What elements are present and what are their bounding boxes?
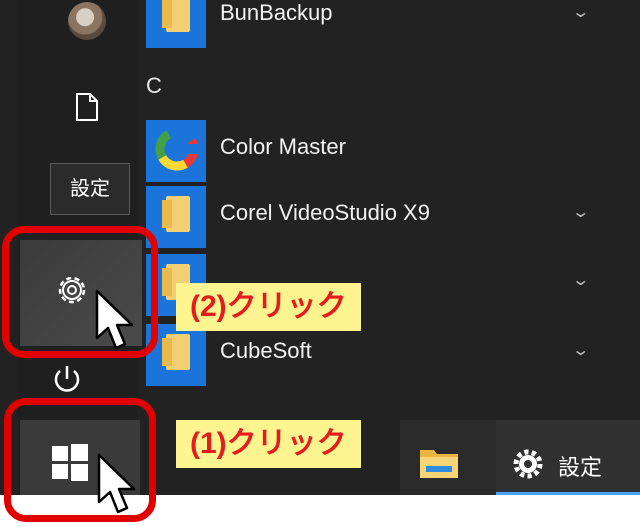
color-master-icon [155, 127, 200, 171]
app-list-item-bunbackup[interactable]: BunBackup ⌄ [146, 0, 640, 54]
chevron-down-icon[interactable]: ⌄ [571, 2, 590, 22]
highlight-ring-settings [2, 226, 158, 358]
app-label: BunBackup [220, 0, 333, 25]
settings-tooltip: 設定 [50, 163, 130, 215]
app-list-item-cubesoft[interactable]: CubeSoft ⌄ [146, 324, 640, 392]
app-list-item-corel-videostudio[interactable]: Corel VideoStudio X9 ⌄ [146, 186, 640, 254]
chevron-down-icon[interactable]: ⌄ [571, 340, 590, 360]
chevron-down-icon[interactable]: ⌄ [571, 202, 590, 222]
section-header[interactable]: C [146, 73, 162, 99]
app-tile [146, 120, 206, 182]
app-label: Color Master [220, 134, 346, 159]
chevron-down-icon[interactable]: ⌄ [571, 270, 590, 290]
gear-icon [513, 449, 543, 479]
folder-icon [162, 196, 190, 232]
callout-step-2: (2)クリック [176, 283, 361, 331]
file-explorer-icon[interactable] [418, 444, 460, 480]
app-label: CubeSoft [220, 338, 312, 363]
taskbar-settings-label: 設定 [558, 455, 603, 480]
mouse-cursor-icon [95, 289, 134, 350]
taskbar-settings-button[interactable]: 設定 [496, 420, 640, 495]
callout-step-1: (1)クリック [176, 420, 361, 468]
app-label: Corel VideoStudio X9 [220, 200, 430, 225]
user-avatar[interactable] [68, 2, 106, 40]
folder-icon [162, 334, 190, 370]
app-tile [146, 0, 206, 48]
power-icon[interactable] [50, 362, 84, 396]
document-icon[interactable] [74, 92, 100, 122]
folder-icon [162, 0, 190, 32]
active-indicator [496, 492, 640, 495]
mouse-cursor-icon [97, 453, 136, 514]
taskbar: 設定 [400, 420, 640, 495]
app-list-item-color-master[interactable]: Color Master [146, 120, 640, 188]
